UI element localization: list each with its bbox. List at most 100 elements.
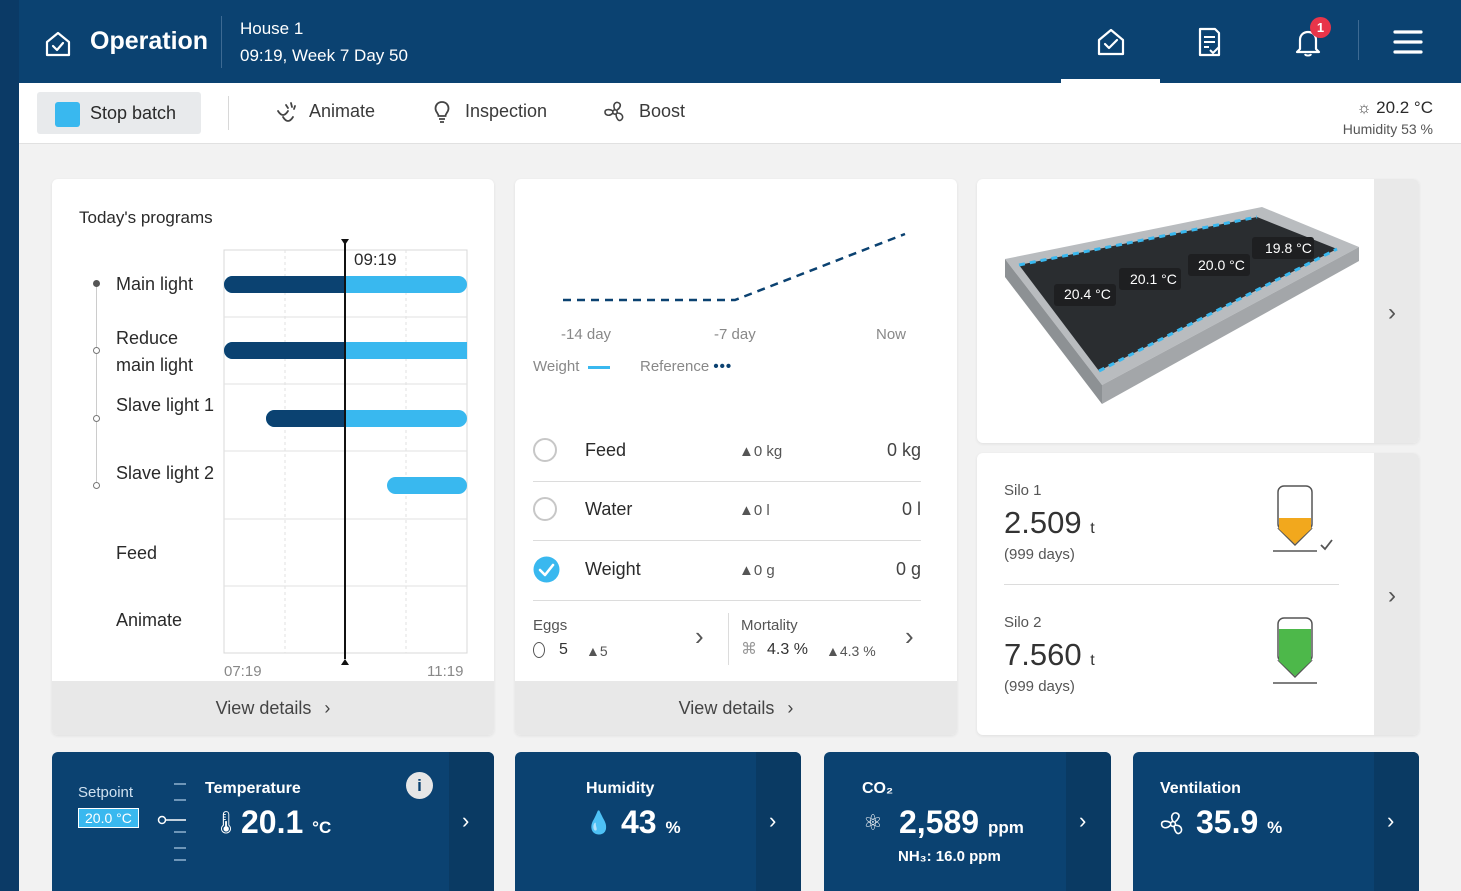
mortality-icon: ⌘ [741, 641, 757, 658]
feed-value: 0 kg [886, 440, 921, 460]
program-label-main-light: Main light [116, 274, 194, 294]
water-delta: ▲0 l [739, 502, 770, 519]
silo-card[interactable]: Silo 1 2.509 t (999 days) Silo 2 7.560 t… [977, 453, 1419, 735]
silo-1-label: Silo 1 [1004, 482, 1042, 499]
chart-axis-label: -14 day [561, 326, 612, 343]
stop-batch-button[interactable]: Stop batch [37, 92, 201, 134]
house-temp-label: 20.0 °C [1198, 257, 1245, 273]
house-time: 09:19, Week 7 Day 50 [240, 46, 408, 65]
app: Operation House 1 09:19, Week 7 Day 50 1… [19, 0, 1461, 891]
menu-icon[interactable] [1392, 26, 1424, 58]
house-check-icon[interactable] [44, 30, 72, 58]
legend-reference-swatch: ••• [713, 358, 733, 375]
legend-weight: Weight [533, 358, 610, 375]
program-label-slave-light-1: Slave light 1 [116, 395, 215, 415]
weight-checkbox-checked-icon[interactable] [533, 556, 560, 583]
silo-2-days: (999 days) [1004, 678, 1075, 695]
program-connector [96, 287, 97, 485]
legend-weight-swatch [587, 365, 610, 369]
program-dot [93, 415, 100, 422]
program-label-slave-light-2: Slave light 2 [116, 463, 215, 483]
report-icon[interactable] [1193, 26, 1225, 58]
production-view-details[interactable]: View details › [515, 681, 957, 735]
divider [728, 613, 729, 665]
silo-1-value: 2.509 t [1004, 505, 1095, 540]
eggs-value: 5 [559, 641, 568, 658]
operation-tab-icon[interactable] [1095, 26, 1127, 58]
axis-start-label: 07:19 [224, 663, 262, 680]
eggs-delta: ▲5 [586, 643, 608, 659]
programs-view-details[interactable]: View details › [52, 681, 494, 735]
feed-label: Feed [585, 440, 627, 460]
house-temp-label: 19.8 °C [1265, 240, 1312, 256]
divider [228, 96, 229, 130]
house-view-open[interactable]: › [1374, 179, 1419, 443]
programs-title: Today's programs [79, 208, 213, 227]
chevron-right-icon: › [695, 621, 704, 651]
animate-icon[interactable] [274, 99, 300, 125]
co2-open[interactable]: › [1066, 752, 1111, 891]
inspection-button[interactable]: Inspection [465, 101, 547, 122]
animate-button[interactable]: Animate [309, 101, 375, 122]
weight-label: Weight [585, 559, 641, 579]
notification-badge: 1 [1310, 17, 1331, 38]
temperature-open[interactable]: › [449, 752, 494, 891]
setpoint-scale [157, 783, 186, 861]
mortality-delta: ▲4.3 % [826, 643, 876, 659]
info-icon[interactable]: i [406, 772, 433, 799]
feed-delta: ▲0 kg [739, 443, 783, 460]
ventilation-open[interactable]: › [1374, 752, 1419, 891]
house-view-card[interactable]: 19.8 °C 20.0 °C 20.1 °C 20.4 °C › [977, 179, 1419, 443]
chevron-right-icon: › [787, 698, 794, 718]
feed-checkbox[interactable] [533, 438, 557, 462]
ventilation-value: 35.9 % [1196, 804, 1283, 840]
divider [1004, 584, 1339, 585]
co2-title: CO₂ [862, 780, 894, 797]
ventilation-tile[interactable]: Ventilation 35.9 % › [1133, 752, 1419, 891]
co2-value: 2,589 ppm [899, 804, 1024, 840]
nh3-value: NH₃: 16.0 ppm [898, 848, 1001, 865]
mortality-section[interactable]: Mortality ⌘ 4.3 % ▲4.3 % › [741, 615, 931, 665]
weight-delta: ▲0 g [739, 562, 775, 579]
lightbulb-icon[interactable] [429, 99, 455, 125]
silo-2-value: 7.560 t [1004, 637, 1095, 672]
boost-button[interactable]: Boost [639, 101, 685, 122]
water-label: Water [585, 499, 633, 519]
silo-1-icon [1273, 485, 1333, 552]
divider [221, 16, 222, 68]
divider [533, 540, 921, 541]
program-dot [93, 482, 100, 489]
divider [533, 481, 921, 482]
humidity-open[interactable]: › [756, 752, 801, 891]
droplets-icon: 💧 [585, 810, 613, 835]
outdoor-humidity: Humidity 53 % [1342, 121, 1433, 137]
fan-icon[interactable] [602, 99, 628, 125]
toolbar: Stop batch Animate Inspection Boost ☼ 20… [19, 83, 1461, 144]
fan-icon [1160, 812, 1183, 835]
stop-batch-label: Stop batch [90, 103, 177, 123]
current-time-label: 09:19 [354, 250, 397, 269]
program-bar [387, 477, 467, 494]
silo-open[interactable]: › [1374, 453, 1419, 735]
sun-cloud-icon: ☼ [1356, 100, 1372, 117]
axis-end-label: 11:19 [427, 663, 464, 680]
temperature-title: Temperature [205, 780, 301, 797]
program-label-feed: Feed [116, 543, 158, 563]
thermometer-icon: 🌡 [212, 810, 240, 835]
weight-trend-chart [563, 232, 906, 302]
divider [533, 600, 921, 601]
water-checkbox[interactable] [533, 497, 557, 521]
co2-tile[interactable]: CO₂ ⚛ 2,589 ppm NH₃: 16.0 ppm › [824, 752, 1111, 891]
chevron-right-icon: › [1388, 299, 1396, 326]
silo-1-days: (999 days) [1004, 546, 1075, 563]
silo-2-icon [1273, 617, 1317, 684]
program-label-animate: Animate [116, 610, 183, 630]
chevron-right-icon: › [1388, 582, 1396, 609]
temperature-tile[interactable]: Setpoint 20.0 °C Temperature 🌡 20.1 °C i… [52, 752, 494, 891]
eggs-section[interactable]: Eggs 5 ▲5 › [533, 615, 723, 665]
outdoor-weather: ☼ 20.2 °C Humidity 53 % [1343, 98, 1433, 137]
chevron-right-icon: › [769, 808, 777, 833]
humidity-tile[interactable]: Humidity 💧 43 % › [515, 752, 801, 891]
chevron-right-icon: › [462, 808, 470, 833]
chevron-right-icon: › [1387, 808, 1395, 833]
